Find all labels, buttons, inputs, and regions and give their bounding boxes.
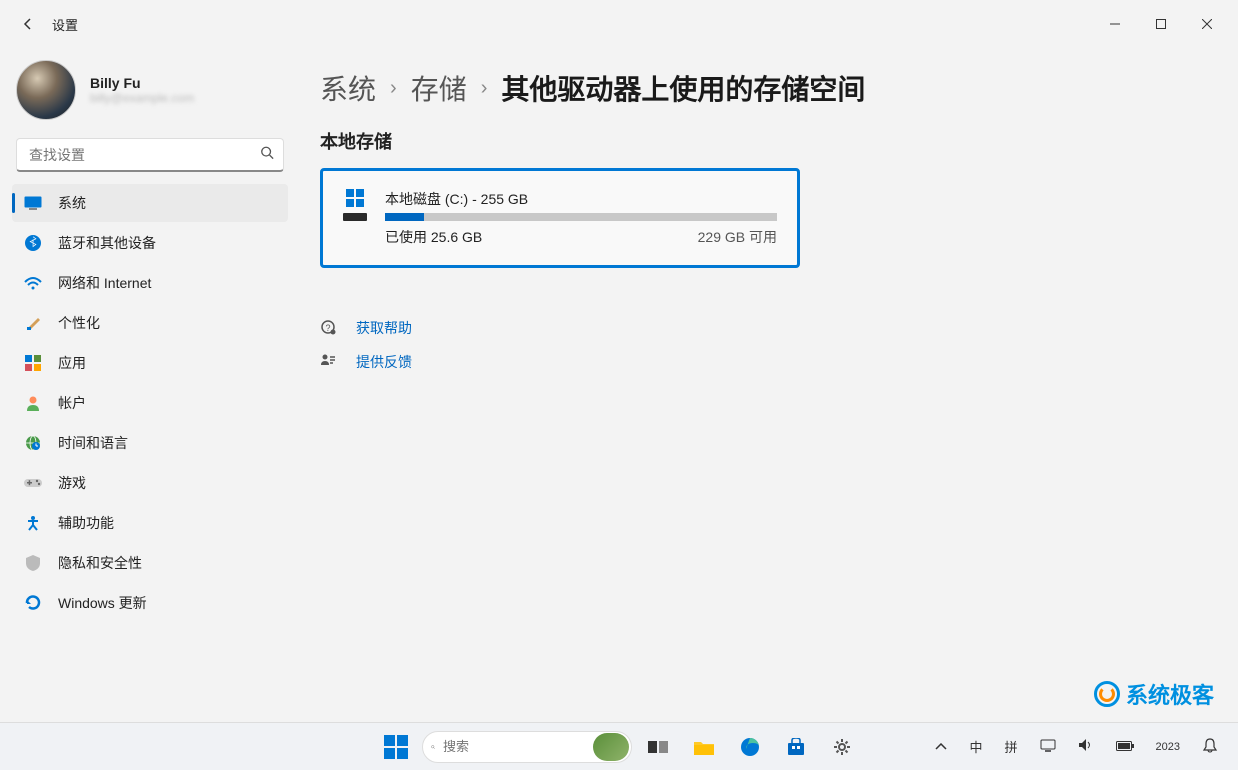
sidebar-item-label: 时间和语言 bbox=[58, 433, 128, 453]
sidebar-item-update[interactable]: Windows 更新 bbox=[12, 584, 288, 622]
breadcrumb-system[interactable]: 系统 bbox=[320, 68, 376, 108]
apps-icon bbox=[24, 354, 42, 372]
wifi-icon bbox=[24, 274, 42, 292]
drive-name: 本地磁盘 (C:) - 255 GB bbox=[385, 189, 777, 209]
maximize-button[interactable] bbox=[1138, 8, 1184, 40]
chevron-right-icon: › bbox=[481, 77, 488, 100]
game-icon bbox=[24, 474, 42, 492]
sidebar-item-network[interactable]: 网络和 Internet bbox=[12, 264, 288, 302]
sidebar-item-accounts[interactable]: 帐户 bbox=[12, 384, 288, 422]
sidebar-item-personalization[interactable]: 个性化 bbox=[12, 304, 288, 342]
ime-mode[interactable]: 拼 bbox=[999, 733, 1024, 760]
drive-free: 229 GB 可用 bbox=[698, 227, 777, 247]
sidebar-item-system[interactable]: 系统 bbox=[12, 184, 288, 222]
battery-tray-icon[interactable] bbox=[1110, 735, 1140, 758]
user-email: billy@example.com bbox=[90, 91, 194, 105]
shield-icon bbox=[24, 554, 42, 572]
user-name: Billy Fu bbox=[90, 75, 194, 91]
explorer-button[interactable] bbox=[684, 727, 724, 767]
section-title: 本地存储 bbox=[320, 128, 1218, 154]
taskbar-search[interactable] bbox=[422, 731, 632, 763]
taskbar: 中 拼 2023 bbox=[0, 722, 1238, 770]
volume-tray-icon[interactable] bbox=[1072, 734, 1100, 759]
breadcrumb-storage[interactable]: 存储 bbox=[411, 68, 467, 108]
clock-year[interactable]: 2023 bbox=[1150, 737, 1186, 757]
sidebar-item-label: 应用 bbox=[58, 353, 86, 373]
sidebar-item-label: 网络和 Internet bbox=[58, 273, 151, 293]
store-button[interactable] bbox=[776, 727, 816, 767]
search-icon bbox=[260, 146, 274, 165]
tray-overflow[interactable] bbox=[929, 735, 953, 758]
drive-used: 已使用 25.6 GB bbox=[385, 227, 482, 247]
avatar bbox=[16, 60, 76, 120]
system-icon bbox=[24, 194, 42, 212]
ime-lang[interactable]: 中 bbox=[963, 733, 988, 760]
close-button[interactable] bbox=[1184, 8, 1230, 40]
breadcrumb: 系统 › 存储 › 其他驱动器上使用的存储空间 bbox=[320, 68, 1218, 108]
accessibility-icon bbox=[24, 514, 42, 532]
feedback-icon bbox=[320, 353, 338, 372]
update-icon bbox=[24, 594, 42, 612]
sidebar-item-bluetooth[interactable]: 蓝牙和其他设备 bbox=[12, 224, 288, 262]
network-tray-icon[interactable] bbox=[1034, 734, 1062, 759]
minimize-button[interactable] bbox=[1092, 8, 1138, 40]
sidebar-item-label: 系统 bbox=[58, 193, 86, 213]
edge-button[interactable] bbox=[730, 727, 770, 767]
sidebar-item-apps[interactable]: 应用 bbox=[12, 344, 288, 382]
person-icon bbox=[24, 394, 42, 412]
sidebar-item-time[interactable]: 时间和语言 bbox=[12, 424, 288, 462]
task-view-button[interactable] bbox=[638, 727, 678, 767]
search-input[interactable] bbox=[16, 138, 284, 172]
svg-text:?: ? bbox=[325, 323, 330, 333]
drive-card-c[interactable]: 本地磁盘 (C:) - 255 GB 已使用 25.6 GB 229 GB 可用 bbox=[320, 168, 800, 268]
sidebar-item-label: 个性化 bbox=[58, 313, 100, 333]
start-button[interactable] bbox=[376, 727, 416, 767]
settings-button[interactable] bbox=[822, 727, 862, 767]
watermark: 系统极客 bbox=[1094, 678, 1214, 710]
sidebar-item-privacy[interactable]: 隐私和安全性 bbox=[12, 544, 288, 582]
sidebar-item-label: Windows 更新 bbox=[58, 593, 147, 613]
back-button[interactable] bbox=[8, 4, 48, 44]
bluetooth-icon bbox=[24, 234, 42, 252]
feedback-link[interactable]: 提供反馈 bbox=[356, 352, 412, 372]
chevron-right-icon: › bbox=[390, 77, 397, 100]
sidebar-item-label: 隐私和安全性 bbox=[58, 553, 142, 573]
usage-fill bbox=[385, 213, 424, 221]
globe-icon bbox=[24, 434, 42, 452]
watermark-logo-icon bbox=[1094, 681, 1120, 707]
sidebar-item-gaming[interactable]: 游戏 bbox=[12, 464, 288, 502]
sidebar-item-label: 游戏 bbox=[58, 473, 86, 493]
breadcrumb-current: 其他驱动器上使用的存储空间 bbox=[501, 68, 865, 108]
windows-icon bbox=[346, 189, 364, 207]
disk-icon bbox=[343, 213, 367, 221]
usage-bar bbox=[385, 213, 777, 221]
sidebar-item-label: 帐户 bbox=[58, 393, 86, 413]
window-title: 设置 bbox=[52, 15, 78, 34]
notifications-tray-icon[interactable] bbox=[1196, 733, 1224, 760]
brush-icon bbox=[24, 314, 42, 332]
help-icon: ? bbox=[320, 319, 338, 338]
sidebar-item-label: 蓝牙和其他设备 bbox=[58, 233, 156, 253]
search-highlight-icon bbox=[593, 733, 629, 761]
user-profile[interactable]: Billy Fu billy@example.com bbox=[12, 56, 288, 134]
get-help-link[interactable]: 获取帮助 bbox=[356, 318, 412, 338]
sidebar-item-label: 辅助功能 bbox=[58, 513, 114, 533]
sidebar-item-accessibility[interactable]: 辅助功能 bbox=[12, 504, 288, 542]
